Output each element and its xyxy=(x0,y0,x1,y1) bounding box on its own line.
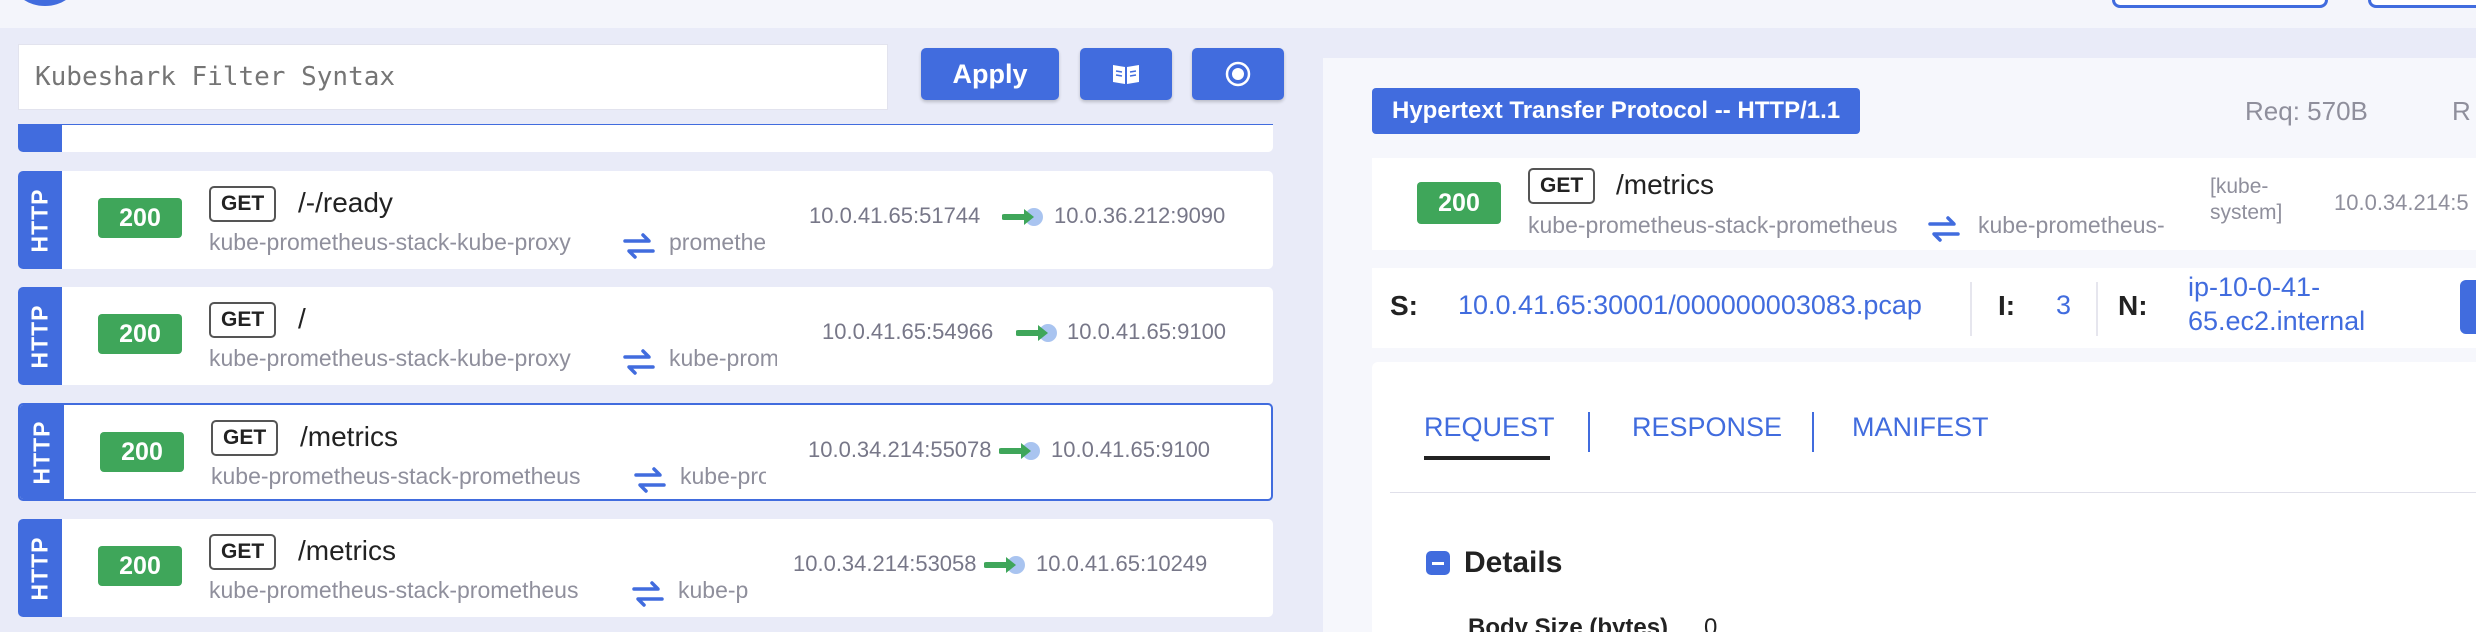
list-divider xyxy=(18,124,1273,125)
protocol-label: HTTP xyxy=(28,419,55,485)
request-path: /metrics xyxy=(1616,169,1714,200)
docs-button[interactable] xyxy=(1080,48,1172,100)
source-ip[interactable]: 10.0.34.214:5 xyxy=(2334,190,2469,216)
kubeshark-logo xyxy=(14,0,76,6)
entry-row[interactable]: HTTP 200 GET/metrics kube-prometheus-stack-… xyxy=(18,519,1273,617)
request-path: /-/ready xyxy=(298,187,393,218)
top-bar xyxy=(0,0,2476,28)
method-badge: GET xyxy=(209,302,277,338)
body-size-label: Body Size (bytes) xyxy=(1468,614,1669,632)
swap-arrows-icon xyxy=(634,467,666,493)
node-key: N: xyxy=(2118,290,2148,321)
method-badge: GET xyxy=(209,534,277,570)
capture-meta: S: 10.0.41.65:30001/000000003083.pcap I:… xyxy=(1372,268,2476,348)
source-key: S: xyxy=(1390,290,1418,321)
section-title[interactable]: Details xyxy=(1464,546,1562,580)
destination-name[interactable]: kube-p xyxy=(678,577,752,604)
entry-partial[interactable] xyxy=(18,124,1273,152)
record-icon xyxy=(1225,61,1251,87)
outgoing-arrow-icon xyxy=(984,556,1025,574)
body-size-value: 0 xyxy=(1704,614,1718,632)
status-badge: 200 xyxy=(98,546,182,586)
tab-response[interactable]: RESPONSE xyxy=(1632,412,1782,443)
side-button[interactable] xyxy=(2460,280,2476,334)
top-button-1[interactable] xyxy=(2112,0,2328,8)
divider xyxy=(2096,282,2098,336)
destination-ip[interactable]: 10.0.41.65:9100 xyxy=(1067,319,1226,345)
protocol-label: HTTP xyxy=(26,535,53,601)
source-name[interactable]: kube-prometheus-stack-prometheus xyxy=(211,463,580,490)
method-badge: GET xyxy=(209,186,277,222)
outgoing-arrow-icon xyxy=(999,442,1040,460)
tab-request[interactable]: REQUEST xyxy=(1424,412,1555,443)
status-badge: 200 xyxy=(1417,182,1501,224)
source-ip[interactable]: 10.0.34.214:55078 xyxy=(808,437,992,463)
destination-name[interactable]: promethe xyxy=(669,229,765,256)
destination-name[interactable]: kube-prometheus- xyxy=(1978,212,2165,239)
destination-name[interactable]: kube-pro xyxy=(680,463,766,490)
status-badge: 200 xyxy=(100,432,184,472)
status-badge: 200 xyxy=(98,198,182,238)
collapse-icon[interactable] xyxy=(1426,551,1450,575)
destination-ip[interactable]: 10.0.41.65:10249 xyxy=(1036,551,1207,577)
method-badge: GET xyxy=(211,420,279,456)
outgoing-arrow-icon xyxy=(1002,208,1043,226)
swap-arrows-icon xyxy=(623,233,655,259)
entry-row[interactable]: HTTP 200 GET / kube-prometheus-stack-kube-pr… xyxy=(18,287,1273,385)
destination-name[interactable]: kube-prom xyxy=(669,345,777,372)
source-ip[interactable]: 10.0.41.65:54966 xyxy=(822,319,993,345)
destination-ip[interactable]: 10.0.41.65:9100 xyxy=(1051,437,1210,463)
divider xyxy=(1970,282,1972,336)
source-ip[interactable]: 10.0.34.214:53058 xyxy=(793,551,977,577)
request-path: / xyxy=(298,303,306,334)
active-tab-indicator xyxy=(1424,456,1550,460)
request-size: Req: 570B xyxy=(2245,96,2368,126)
source-ip[interactable]: 10.0.41.65:51744 xyxy=(809,203,980,229)
source-name[interactable]: kube-prometheus-stack-kube-proxy xyxy=(209,229,571,256)
index-key: I: xyxy=(1998,290,2016,321)
protocol-badge: Hypertext Transfer Protocol -- HTTP/1.1 xyxy=(1372,88,1861,134)
swap-arrows-icon xyxy=(623,349,655,375)
tab-manifest[interactable]: MANIFEST xyxy=(1852,412,1989,443)
request-path: /metrics xyxy=(300,421,398,452)
top-button-2[interactable] xyxy=(2368,0,2476,8)
record-button[interactable] xyxy=(1192,48,1284,100)
tabs-separator xyxy=(1390,492,2476,493)
tab-divider xyxy=(1812,412,1814,452)
index-value[interactable]: 3 xyxy=(2056,290,2071,321)
node-value-line2[interactable]: 65.ec2.internal xyxy=(2188,306,2365,337)
entry-row[interactable]: HTTP 200 GET /-/ready kube-prometheus-stack-… xyxy=(18,171,1273,269)
pcap-link[interactable]: 10.0.41.65:30001/000000003083.pcap xyxy=(1458,290,1922,321)
source-name[interactable]: kube-prometheus-stack-kube-proxy xyxy=(209,345,571,372)
filter-input[interactable] xyxy=(18,44,888,110)
response-size: R xyxy=(2452,96,2471,126)
protocol-label: HTTP xyxy=(26,187,53,253)
node-value-line1[interactable]: ip-10-0-41- xyxy=(2188,272,2320,303)
apply-button[interactable]: Apply xyxy=(921,48,1059,100)
destination-ip[interactable]: 10.0.36.212:9090 xyxy=(1054,203,1225,229)
detail-tabs-area: REQUEST RESPONSE MANIFEST Details Body S… xyxy=(1372,362,2476,632)
source-name[interactable]: kube-prometheus-stack-prometheus xyxy=(1528,212,1897,239)
detail-summary: 200 GET /metrics kube-prometheus-stack-p… xyxy=(1372,158,2476,250)
source-name[interactable]: kube-prometheus-stack-prometheus xyxy=(209,577,578,604)
swap-arrows-icon xyxy=(1928,216,1960,242)
method-badge: GET xyxy=(1528,168,1596,204)
outgoing-arrow-icon xyxy=(1016,324,1057,342)
request-path: /metrics xyxy=(298,535,396,566)
entry-row[interactable]: HTTP 200 GET/metrics kube-prometheus-stack-… xyxy=(18,403,1273,501)
protocol-label: HTTP xyxy=(26,303,53,369)
swap-arrows-icon xyxy=(632,581,664,607)
status-badge: 200 xyxy=(98,314,182,354)
book-icon xyxy=(1113,65,1139,84)
entries-list: HTTP 200 GET /-/ready kube-prometheus-stack-… xyxy=(0,124,1290,632)
protocol-strip xyxy=(18,124,62,152)
namespace: [kube-system] xyxy=(2210,175,2283,224)
tab-divider xyxy=(1588,412,1590,452)
